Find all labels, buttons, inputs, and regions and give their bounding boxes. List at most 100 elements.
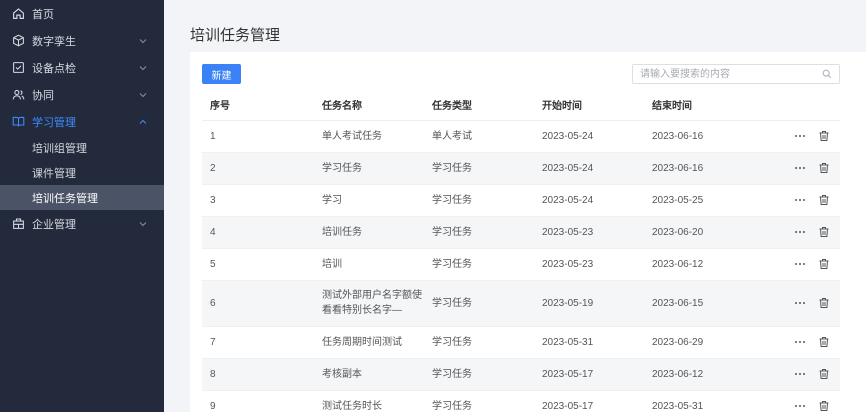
cell-no: 1	[202, 120, 314, 153]
search-input[interactable]	[633, 65, 813, 83]
sidebar-item-device-inspection[interactable]: 设备点检	[0, 54, 164, 81]
cell-start: 2023-05-24	[534, 184, 644, 217]
more-icon[interactable]	[794, 258, 806, 270]
row-actions	[754, 120, 840, 153]
cell-type: 学习任务	[424, 280, 534, 327]
chevron-down-icon	[139, 220, 147, 228]
cell-end: 2023-06-20	[644, 216, 754, 249]
cell-start: 2023-05-24	[534, 120, 644, 153]
row-actions	[754, 216, 840, 249]
delete-icon[interactable]	[818, 297, 830, 309]
sidebar-item-label: 首页	[32, 8, 54, 21]
chevron-up-icon	[139, 118, 147, 126]
cell-type: 学习任务	[424, 358, 534, 391]
sidebar-item-home[interactable]: 首页	[0, 0, 164, 27]
delete-icon[interactable]	[818, 258, 830, 270]
row-actions	[754, 280, 840, 327]
cell-no: 7	[202, 326, 314, 359]
delete-icon[interactable]	[818, 162, 830, 174]
delete-icon[interactable]	[818, 368, 830, 380]
cell-end: 2023-06-12	[644, 358, 754, 391]
cell-no: 6	[202, 280, 314, 327]
row-actions	[754, 358, 840, 391]
sidebar-item-collaboration[interactable]: 协同	[0, 81, 164, 108]
table-row: 6 测试外部用户名字额使看看特别长名字— 学习任务 2023-05-19 2023-06…	[202, 280, 840, 327]
chevron-down-icon	[139, 64, 147, 72]
sidebar-subitem-courseware[interactable]: 课件管理	[0, 160, 164, 185]
more-icon[interactable]	[794, 368, 806, 380]
cell-type: 单人考试	[424, 120, 534, 153]
cell-type: 学习任务	[424, 152, 534, 185]
page-title: 培训任务管理	[190, 27, 281, 44]
users-icon	[12, 88, 25, 101]
cell-end: 2023-05-25	[644, 184, 754, 217]
building-icon	[12, 217, 25, 230]
table-row: 8 考核副本 学习任务 2023-05-17 2023-06-12	[202, 358, 840, 391]
more-icon[interactable]	[794, 400, 806, 412]
sidebar-item-label: 设备点检	[32, 62, 76, 75]
more-icon[interactable]	[794, 226, 806, 238]
table-row: 1 单人考试任务 单人考试 2023-05-24 2023-06-16	[202, 120, 840, 153]
cell-type: 学习任务	[424, 326, 534, 359]
sidebar: 首页 数字孪生 设备点检 协同 学习管理 培训组管理 课件管理 培训任务管理 企…	[0, 0, 164, 412]
cell-type: 学习任务	[424, 248, 534, 281]
cell-start: 2023-05-31	[534, 326, 644, 359]
sidebar-subitem-training-task[interactable]: 培训任务管理	[0, 185, 164, 210]
cell-start: 2023-05-24	[534, 152, 644, 185]
cell-name: 培训	[314, 248, 424, 281]
cell-no: 3	[202, 184, 314, 217]
column-header-name: 任务名称	[314, 90, 424, 121]
table-header: 序号 任务名称 任务类型 开始时间 结束时间	[202, 90, 840, 121]
main-content: 培训任务管理 新建 序号 任务名称 任务类型	[164, 0, 866, 412]
row-actions	[754, 184, 840, 217]
table-row: 9 测试任务时长 学习任务 2023-05-17 2023-05-31	[202, 390, 840, 412]
delete-icon[interactable]	[818, 400, 830, 412]
cell-name: 学习任务	[314, 152, 424, 185]
cell-name: 学习	[314, 184, 424, 217]
chevron-down-icon	[139, 91, 147, 99]
table-row: 3 学习 学习任务 2023-05-24 2023-05-25	[202, 184, 840, 217]
new-button[interactable]: 新建	[202, 64, 241, 84]
table-row: 5 培训 学习任务 2023-05-23 2023-06-12	[202, 248, 840, 281]
sidebar-item-label: 协同	[32, 89, 54, 102]
cell-start: 2023-05-23	[534, 248, 644, 281]
search-icon[interactable]	[822, 69, 832, 79]
row-actions	[754, 326, 840, 359]
cube-icon	[12, 34, 25, 47]
more-icon[interactable]	[794, 194, 806, 206]
cell-no: 2	[202, 152, 314, 185]
cell-name: 单人考试任务	[314, 120, 424, 153]
column-header-start: 开始时间	[534, 90, 644, 121]
more-icon[interactable]	[794, 162, 806, 174]
delete-icon[interactable]	[818, 130, 830, 142]
cell-name: 测试任务时长	[314, 390, 424, 412]
delete-icon[interactable]	[818, 226, 830, 238]
cell-no: 4	[202, 216, 314, 249]
sidebar-subitem-training-group[interactable]: 培训组管理	[0, 135, 164, 160]
column-header-ops	[754, 90, 840, 121]
cell-start: 2023-05-23	[534, 216, 644, 249]
cell-end: 2023-06-12	[644, 248, 754, 281]
cell-name: 考核副本	[314, 358, 424, 391]
more-icon[interactable]	[794, 297, 806, 309]
more-icon[interactable]	[794, 130, 806, 142]
cell-end: 2023-06-29	[644, 326, 754, 359]
sidebar-item-learning[interactable]: 学习管理	[0, 108, 164, 135]
sidebar-item-digital-twin[interactable]: 数字孪生	[0, 27, 164, 54]
delete-icon[interactable]	[818, 336, 830, 348]
cell-start: 2023-05-17	[534, 390, 644, 412]
cell-end: 2023-05-31	[644, 390, 754, 412]
cell-name: 任务周期时间测试	[314, 326, 424, 359]
sidebar-item-label: 学习管理	[32, 116, 76, 129]
more-icon[interactable]	[794, 336, 806, 348]
delete-icon[interactable]	[818, 194, 830, 206]
cell-no: 9	[202, 390, 314, 412]
cell-type: 学习任务	[424, 390, 534, 412]
cell-end: 2023-06-16	[644, 152, 754, 185]
home-icon	[12, 7, 25, 20]
sidebar-item-enterprise[interactable]: 企业管理	[0, 210, 164, 237]
task-card: 新建 序号 任务名称 任务类型 开始时间	[190, 52, 866, 412]
row-actions	[754, 390, 840, 412]
cell-type: 学习任务	[424, 216, 534, 249]
cell-end: 2023-06-15	[644, 280, 754, 327]
